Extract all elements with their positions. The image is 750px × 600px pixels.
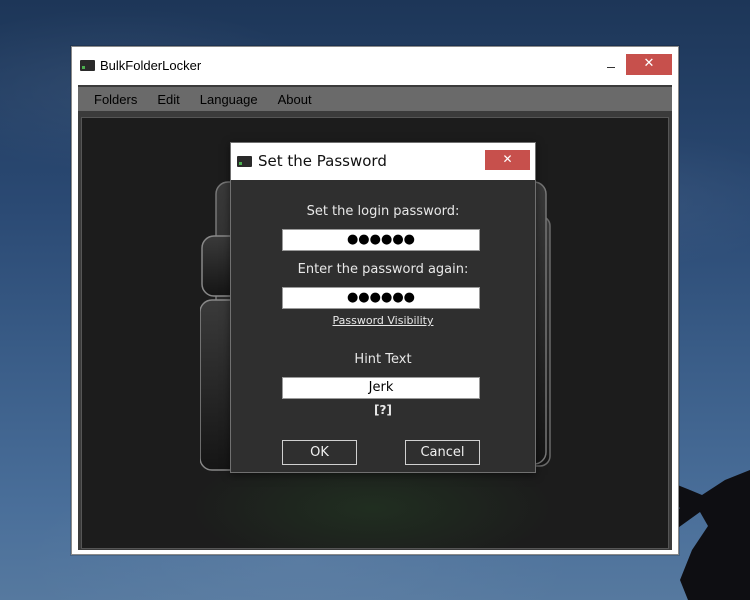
help-button[interactable]: [?] [231, 403, 535, 417]
dialog-title: Set the Password [258, 152, 387, 170]
window-title: BulkFolderLocker [100, 58, 202, 73]
confirm-password-field[interactable]: ●●●●●● [282, 287, 480, 309]
menu-item-edit[interactable]: Edit [157, 92, 179, 107]
hint-text-label: Hint Text [354, 352, 412, 367]
cancel-button[interactable]: Cancel [405, 440, 480, 465]
menubar: Folders Edit Language About [78, 87, 672, 111]
app-icon [80, 60, 95, 71]
confirm-password-label: Enter the password again: [297, 262, 469, 277]
dialog-app-icon [237, 156, 252, 167]
menu-item-folders[interactable]: Folders [94, 92, 137, 107]
minimize-icon [607, 67, 615, 68]
login-password-field[interactable]: ●●●●●● [282, 229, 480, 251]
menu-item-about[interactable]: About [278, 92, 312, 107]
minimize-button[interactable] [600, 55, 622, 75]
close-icon: ✕ [502, 152, 513, 166]
set-password-dialog: Set the Password ✕ Set the login passwor… [230, 142, 536, 473]
main-titlebar[interactable]: BulkFolderLocker ✕ [72, 47, 678, 85]
ok-button[interactable]: OK [282, 440, 357, 465]
dialog-close-button[interactable]: ✕ [485, 150, 530, 170]
close-button[interactable]: ✕ [626, 54, 672, 75]
menu-item-language[interactable]: Language [200, 92, 258, 107]
login-password-label: Set the login password: [306, 204, 460, 219]
close-icon: ✕ [643, 56, 655, 71]
password-visibility-link[interactable]: Password Visibility [231, 314, 535, 327]
dialog-titlebar[interactable]: Set the Password ✕ [231, 143, 535, 180]
hint-text-field[interactable]: Jerk [282, 377, 480, 399]
